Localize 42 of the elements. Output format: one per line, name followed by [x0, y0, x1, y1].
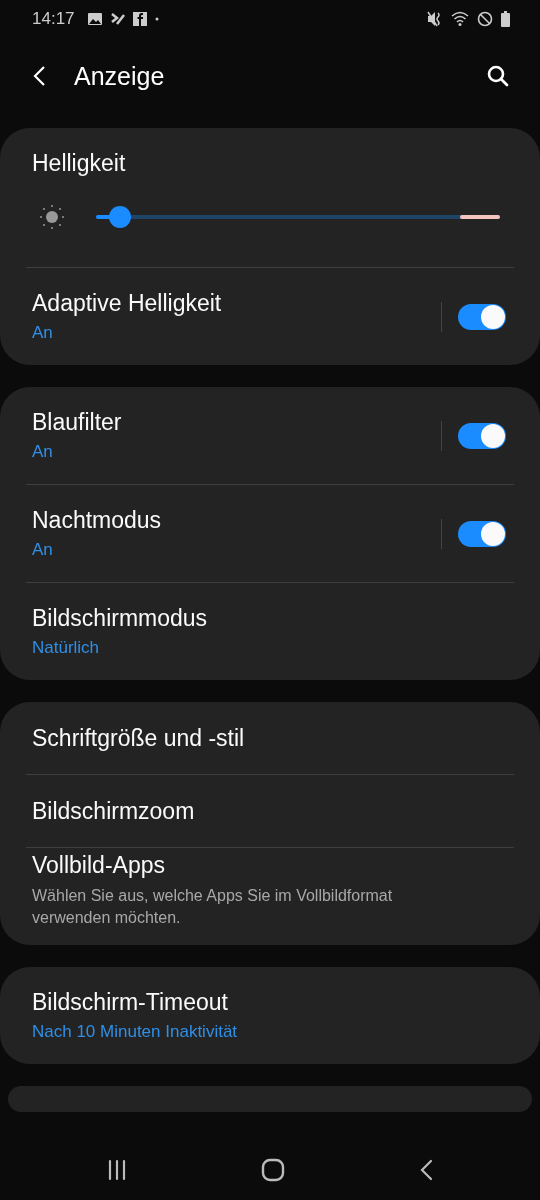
setting-title: Bildschirm-Timeout: [32, 989, 228, 1016]
setting-description: Wählen Sie aus, welche Apps Sie im Vollbildformat verwenden möchten.: [32, 885, 394, 928]
toggle-switch[interactable]: [458, 422, 506, 449]
do-not-disturb-icon: [477, 11, 493, 27]
battery-icon: [501, 11, 510, 27]
status-time: 14:17: [32, 9, 75, 29]
setting-row[interactable]: Blaufilter An: [0, 387, 540, 484]
setting-row[interactable]: Vollbild-Apps Wählen Sie aus, welche Apps Sie im Vollbildformat verwenden möchten.: [0, 848, 540, 945]
setting-title: Schriftgröße und -stil: [32, 724, 245, 752]
toggle-switch[interactable]: [458, 303, 506, 330]
setting-title: Bildschirmzoom: [32, 797, 195, 825]
page-title: Anzeige: [74, 61, 165, 91]
setting-row[interactable]: Bildschirmzoom: [0, 775, 540, 847]
setting-row[interactable]: Schriftgröße und -stil: [0, 702, 540, 774]
setting-title: Nachtmodus: [32, 507, 162, 534]
toggle-switch[interactable]: [458, 520, 506, 547]
setting-value: Natürlich: [32, 638, 100, 658]
setting-value: An: [32, 323, 53, 343]
setting-row[interactable]: Adaptive Helligkeit An: [0, 268, 540, 365]
setting-title: Vollbild-Apps: [32, 851, 165, 879]
brightness-icon: [38, 203, 66, 231]
setting-title: Adaptive Helligkeit: [32, 290, 222, 317]
dot-icon: [154, 17, 159, 21]
setting-title: Bildschirmmodus: [32, 605, 208, 632]
setting-value: An: [32, 442, 53, 462]
mute-icon: [427, 11, 443, 27]
gallery-icon: [86, 12, 103, 26]
search-icon[interactable]: [486, 64, 510, 88]
setting-row[interactable]: Bildschirmmodus Natürlich: [0, 583, 540, 680]
recent-apps-icon[interactable]: [107, 1159, 127, 1181]
setting-value: An: [32, 540, 53, 560]
home-icon[interactable]: [261, 1158, 285, 1182]
setting-title: Helligkeit: [32, 150, 126, 177]
facebook-icon: [132, 12, 147, 26]
back-icon[interactable]: [419, 1159, 433, 1181]
setting-title: Blaufilter: [32, 409, 122, 436]
setting-row[interactable]: Bildschirm-Timeout Nach 10 Minuten Inaktivität: [0, 967, 540, 1064]
wifi-icon: [451, 11, 469, 27]
setting-value: Nach 10 Minuten Inaktivität: [32, 1022, 238, 1042]
brightness-slider[interactable]: [96, 205, 500, 229]
slider-thumb[interactable]: [109, 206, 132, 228]
setting-row[interactable]: Nachtmodus An: [0, 485, 540, 582]
